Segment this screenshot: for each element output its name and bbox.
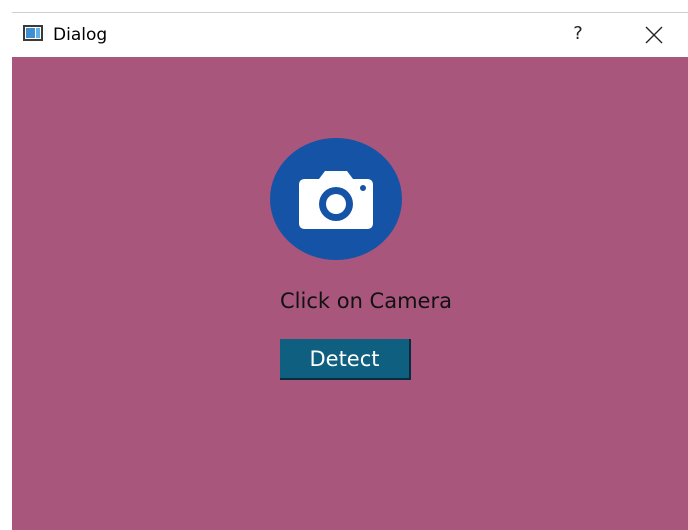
title-bar: Dialog ? [12,13,688,57]
window-title: Dialog [53,25,108,45]
close-icon [645,26,663,44]
close-button[interactable] [634,19,674,51]
dialog-window: Dialog ? Click on Camera Detect [12,12,688,530]
window-app-icon [23,25,43,41]
camera-hint-label: Click on Camera [280,289,452,313]
detect-button[interactable]: Detect [280,339,411,380]
dialog-content: Click on Camera Detect [12,57,688,530]
help-button[interactable]: ? [560,19,596,51]
camera-icon [299,171,373,229]
camera-button[interactable] [270,138,402,260]
